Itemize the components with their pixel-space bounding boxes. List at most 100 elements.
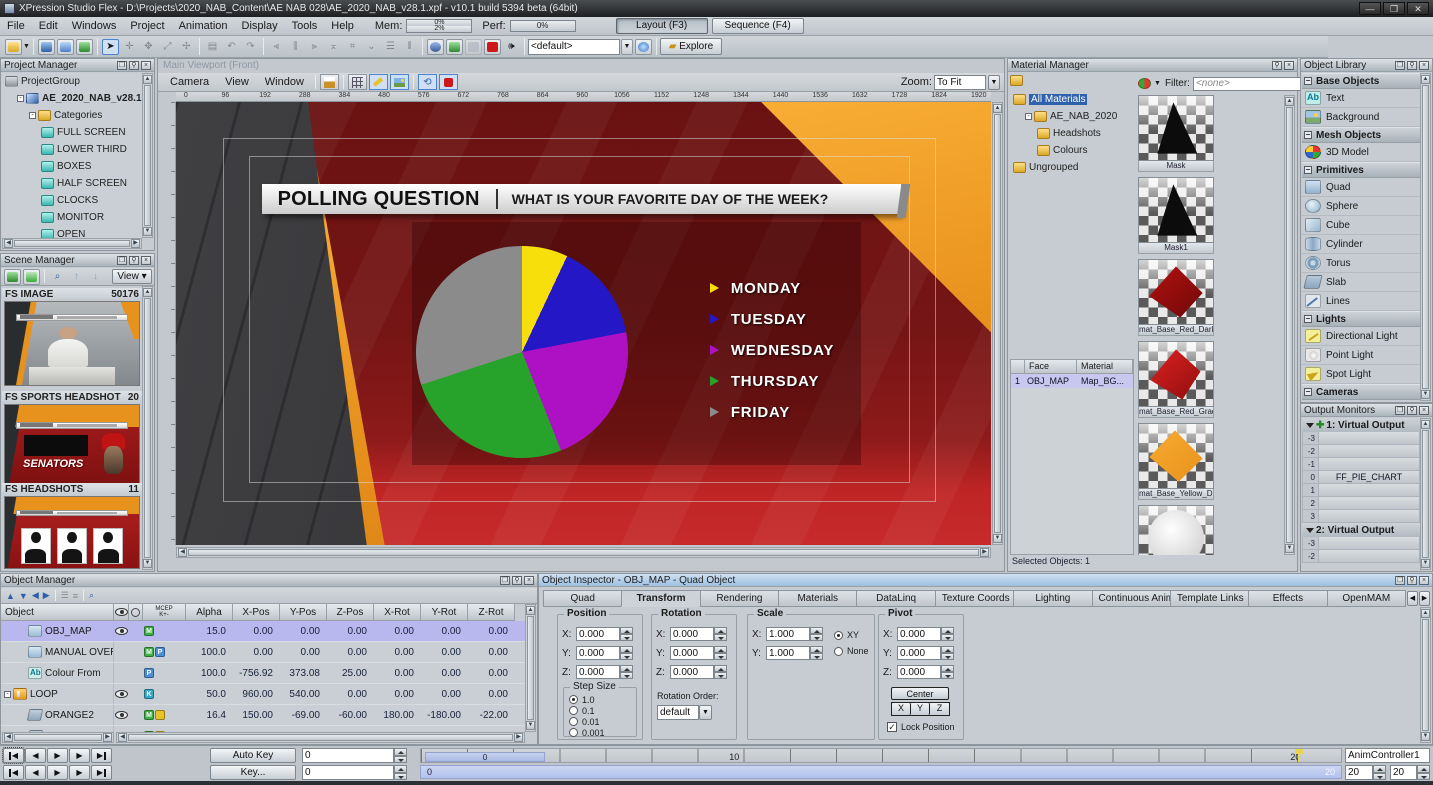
- material-tree-item[interactable]: Colours: [1010, 142, 1134, 159]
- animation-range-bar[interactable]: 0 20: [420, 765, 1342, 779]
- canvas[interactable]: POLLING QUESTION WHAT IS YOUR FAVORITE D…: [176, 102, 991, 545]
- controller-value-input[interactable]: [1345, 765, 1373, 780]
- object-row[interactable]: MANUAL OVERID M P 100.0 0.00 0.00 0.00 0…: [1, 642, 525, 663]
- xrot-value[interactable]: 0.00: [374, 689, 421, 700]
- dropdown-arrow-icon[interactable]: ▼: [699, 705, 712, 720]
- material-thumbnail[interactable]: [1138, 95, 1214, 161]
- step-size-option[interactable]: 0.01: [569, 716, 605, 727]
- pivot-y-input[interactable]: [897, 646, 941, 660]
- object-library-entry[interactable]: − Base Objects: [1302, 73, 1420, 89]
- draw-mode-icon[interactable]: [369, 74, 388, 90]
- move-out-icon[interactable]: ◀: [32, 590, 39, 601]
- controller-value-input[interactable]: [1390, 765, 1417, 780]
- xpos-value[interactable]: 0.00: [233, 626, 280, 637]
- move-up-icon[interactable]: ▲: [6, 591, 15, 601]
- zrot-value[interactable]: 0.00: [468, 668, 515, 679]
- object-library-entry[interactable]: − Primitives: [1302, 162, 1420, 178]
- position-y-spinner[interactable]: [620, 646, 633, 660]
- go-end-button[interactable]: ▶: [91, 748, 112, 763]
- monitor-button[interactable]: [465, 39, 482, 55]
- scale-x-input[interactable]: [766, 627, 810, 641]
- object-library-entry[interactable]: − Point Light: [1302, 346, 1420, 365]
- material-cell[interactable]: Material29: [1138, 505, 1214, 555]
- rotation-y-input[interactable]: [670, 646, 714, 660]
- pin-icon[interactable]: ⚲: [129, 256, 139, 265]
- viewport-vscrollbar[interactable]: ▲▼: [992, 102, 1003, 545]
- material-thumbnail[interactable]: [1138, 177, 1214, 243]
- audio-button[interactable]: 🕪: [503, 39, 520, 55]
- output-layer-row[interactable]: -2: [1302, 445, 1420, 458]
- float-icon[interactable]: ❐: [1395, 61, 1405, 70]
- object-library-entry[interactable]: − Lights: [1302, 311, 1420, 327]
- object-tree-hscrollbar[interactable]: ◀▶: [2, 732, 114, 743]
- visibility-eye-icon[interactable]: [115, 627, 128, 635]
- preset-dropdown-arrow[interactable]: ▼: [621, 39, 633, 55]
- anim-controller-box[interactable]: AnimController1: [1345, 748, 1430, 763]
- zpos-value[interactable]: 25.00: [327, 668, 374, 679]
- output-layer-row[interactable]: 1: [1302, 484, 1420, 497]
- record-button[interactable]: [484, 39, 501, 55]
- position-z-input[interactable]: [576, 665, 620, 679]
- object-library-entry[interactable]: − Background: [1302, 108, 1420, 127]
- float-icon[interactable]: ❐: [1395, 576, 1405, 585]
- maximize-button[interactable]: ❐: [1383, 2, 1405, 15]
- inspector-tab[interactable]: DataLinq: [856, 590, 934, 607]
- frame-input[interactable]: [302, 748, 394, 763]
- inspector-tab[interactable]: OpenMAM: [1327, 590, 1406, 607]
- material-tree-item[interactable]: Ungrouped: [1010, 159, 1134, 176]
- step-size-option[interactable]: 0.1: [569, 705, 605, 716]
- inspector-tab[interactable]: Texture Coords: [935, 590, 1013, 607]
- position-x-spinner[interactable]: [620, 627, 633, 641]
- material-thumbnail[interactable]: [1138, 259, 1214, 325]
- lock-position-checkbox[interactable]: ✓: [887, 722, 897, 732]
- project-tree-item[interactable]: CLOCKS: [2, 192, 142, 209]
- object-row[interactable]: Colour From P 100.0 -756.92 373.08 25.00…: [1, 663, 525, 684]
- object-row[interactable]: ORANGE2 M 16.4 150.00 -69.00 -60.00 180.…: [1, 705, 525, 726]
- object-library-vscrollbar[interactable]: ▲▼: [1420, 73, 1431, 401]
- search-icon[interactable]: ⌕: [49, 269, 66, 285]
- alpha-value[interactable]: 50.0: [186, 689, 233, 700]
- pin-icon[interactable]: ⚲: [1272, 61, 1282, 70]
- yrot-value[interactable]: 0.00: [421, 668, 468, 679]
- object-library-entry[interactable]: − Slab: [1302, 273, 1420, 292]
- close-icon[interactable]: ×: [524, 576, 534, 585]
- refresh-view-icon[interactable]: ⟲: [418, 74, 437, 90]
- ypos-value[interactable]: 540.00: [280, 689, 327, 700]
- material-cell[interactable]: mat_Base_Yellow_D...: [1138, 423, 1214, 500]
- scale-y-spinner[interactable]: [810, 646, 823, 660]
- material-thumbnail[interactable]: [1138, 505, 1214, 555]
- xrot-value[interactable]: 180.00: [374, 710, 421, 721]
- rotation-x-spinner[interactable]: [714, 627, 727, 641]
- column-zrot[interactable]: Z-Rot: [468, 604, 515, 621]
- inspector-tab[interactable]: Effects: [1248, 590, 1326, 607]
- virtual-output-1-header[interactable]: ✚ 1: Virtual Output: [1302, 418, 1420, 432]
- object-library-entry[interactable]: − 3D Model: [1302, 143, 1420, 162]
- column-object[interactable]: Object: [1, 604, 114, 621]
- pivot-y-spinner[interactable]: [941, 646, 954, 660]
- material-cell[interactable]: Mask: [1138, 95, 1214, 172]
- float-icon[interactable]: ❐: [500, 576, 510, 585]
- rotation-z-input[interactable]: [670, 665, 714, 679]
- inspector-tab[interactable]: Quad: [543, 590, 621, 607]
- column-alpha[interactable]: Alpha: [186, 604, 233, 621]
- go-end-button[interactable]: ▶: [91, 765, 112, 780]
- expand-icon[interactable]: -: [29, 112, 36, 119]
- virtual-output-2-header[interactable]: 2: Virtual Output: [1302, 523, 1420, 537]
- expand-icon[interactable]: -: [4, 691, 11, 698]
- project-tree-item[interactable]: - Categories: [2, 107, 142, 124]
- column-xpos[interactable]: X-Pos: [233, 604, 280, 621]
- pin-icon[interactable]: ⚲: [129, 61, 139, 70]
- yrot-value[interactable]: 0.00: [421, 689, 468, 700]
- tabs-scroll-left[interactable]: ◀: [1407, 591, 1418, 606]
- timeline-segment[interactable]: 0: [425, 752, 545, 762]
- yrot-value[interactable]: 0.00: [421, 647, 468, 658]
- zpos-value[interactable]: 0.00: [327, 626, 374, 637]
- go-start-button[interactable]: ◀: [3, 765, 24, 780]
- align-bottom-icon[interactable]: ⌄: [363, 39, 380, 55]
- object-row[interactable]: - LOOP K 50.0 960.00 540.00 0.00 0.00: [1, 684, 525, 705]
- ypos-value[interactable]: 373.08: [280, 668, 327, 679]
- menu-tools[interactable]: Tools: [285, 18, 325, 34]
- close-icon[interactable]: ×: [1419, 576, 1429, 585]
- pivot-tool-button[interactable]: ✢: [178, 39, 195, 55]
- object-row[interactable]: OBJ_MAP M 15.0 0.00 0.00 0.00 0.00 0.00 …: [1, 621, 525, 642]
